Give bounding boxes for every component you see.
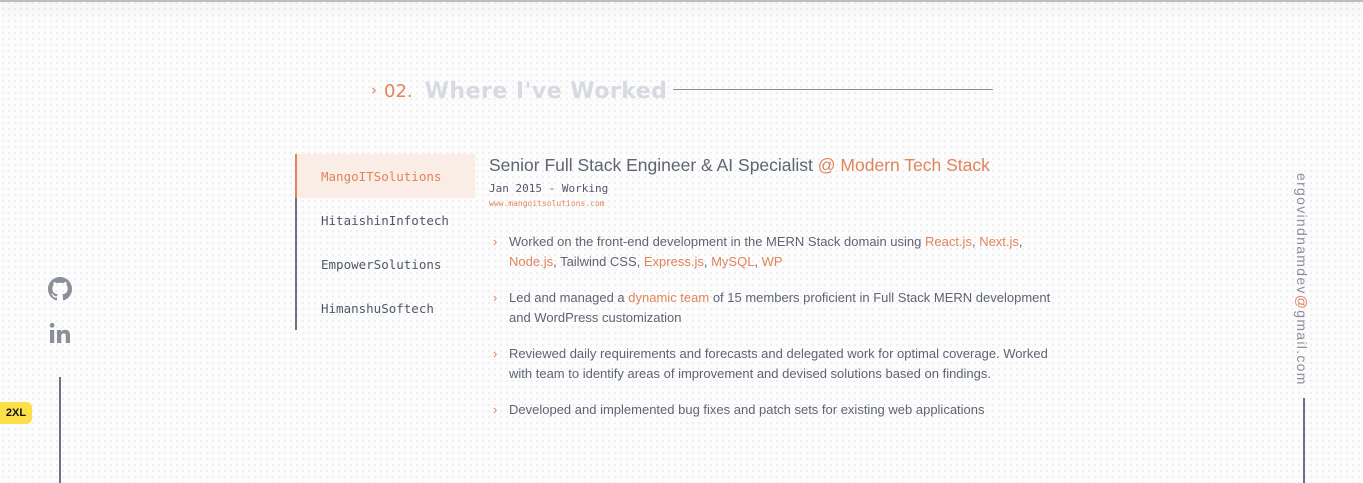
email-container: ergovindnamdev@gmail.com [1294, 173, 1314, 398]
active-tab-indicator [295, 154, 297, 198]
section-heading: › 02. Where I've Worked [371, 76, 667, 106]
tech-mysql: MySQL [711, 254, 755, 269]
breakpoint-badge: 2XL [0, 402, 32, 424]
bullet-text: Led and managed a [509, 290, 629, 305]
chevron-right-icon: › [493, 290, 498, 305]
email-domain: gmail.com [1294, 310, 1310, 386]
separator: , [703, 254, 712, 269]
email-at: @ [1294, 294, 1310, 311]
company-website-link[interactable]: www.mangoitsolutions.com [489, 199, 605, 208]
tech-react: React.js [924, 234, 972, 249]
email-user: ergovindnamdev [1294, 173, 1310, 295]
job-responsibilities: › Worked on the front-end development in… [493, 232, 1063, 436]
tech-wp: WP [761, 254, 783, 269]
list-item: › Worked on the front-end development in… [493, 232, 1063, 272]
highlight-dynamic-team: dynamic team [628, 290, 710, 305]
github-icon[interactable] [48, 277, 72, 301]
list-item: › Developed and implemented bug fixes an… [493, 400, 1063, 420]
chevron-right-icon: › [371, 81, 377, 99]
linkedin-icon[interactable] [48, 321, 72, 345]
bullet-text: Reviewed daily requirements and forecast… [509, 346, 1048, 381]
email-link[interactable]: ergovindnamdev@gmail.com [1294, 173, 1310, 386]
chevron-right-icon: › [493, 402, 498, 417]
separator: , [1018, 234, 1023, 249]
section-title: Where I've Worked [424, 78, 668, 104]
chevron-right-icon: › [493, 346, 498, 361]
company-tab-list: MangoITSolutions HitaishinInfotech Empow… [295, 154, 475, 330]
tech-express: Express.js [643, 254, 704, 269]
job-company: @ Modern Tech Stack [817, 155, 990, 175]
tech-node: Node.js [509, 254, 554, 269]
separator: , [754, 254, 762, 269]
bullet-text: Worked on the front-end development in t… [509, 234, 925, 249]
job-role: Senior Full Stack Engineer & AI Speciali… [489, 155, 813, 175]
tab-mangoitsolutions[interactable]: MangoITSolutions [297, 154, 475, 198]
list-item: › Led and managed a dynamic team of 15 m… [493, 288, 1063, 328]
social-links [48, 277, 72, 365]
list-item: › Reviewed daily requirements and foreca… [493, 344, 1063, 384]
social-divider-line [59, 377, 61, 483]
heading-divider [673, 89, 993, 90]
section-number: 02. [384, 80, 413, 102]
bullet-text: Developed and implemented bug fixes and … [509, 402, 985, 417]
tab-empowersolutions[interactable]: EmpowerSolutions [297, 242, 475, 286]
job-title: Senior Full Stack Engineer & AI Speciali… [489, 155, 990, 176]
job-dates: Jan 2015 - Working [489, 182, 609, 195]
top-shadow-bar [0, 0, 1363, 2]
tab-hitaishininfotech[interactable]: HitaishinInfotech [297, 198, 475, 242]
bullet-text: , Tailwind CSS, [553, 254, 644, 269]
chevron-right-icon: › [493, 234, 498, 249]
email-divider-line [1303, 398, 1305, 483]
tab-himanshusoftech[interactable]: HimanshuSoftech [297, 286, 475, 330]
tech-next: Next.js [979, 234, 1019, 249]
